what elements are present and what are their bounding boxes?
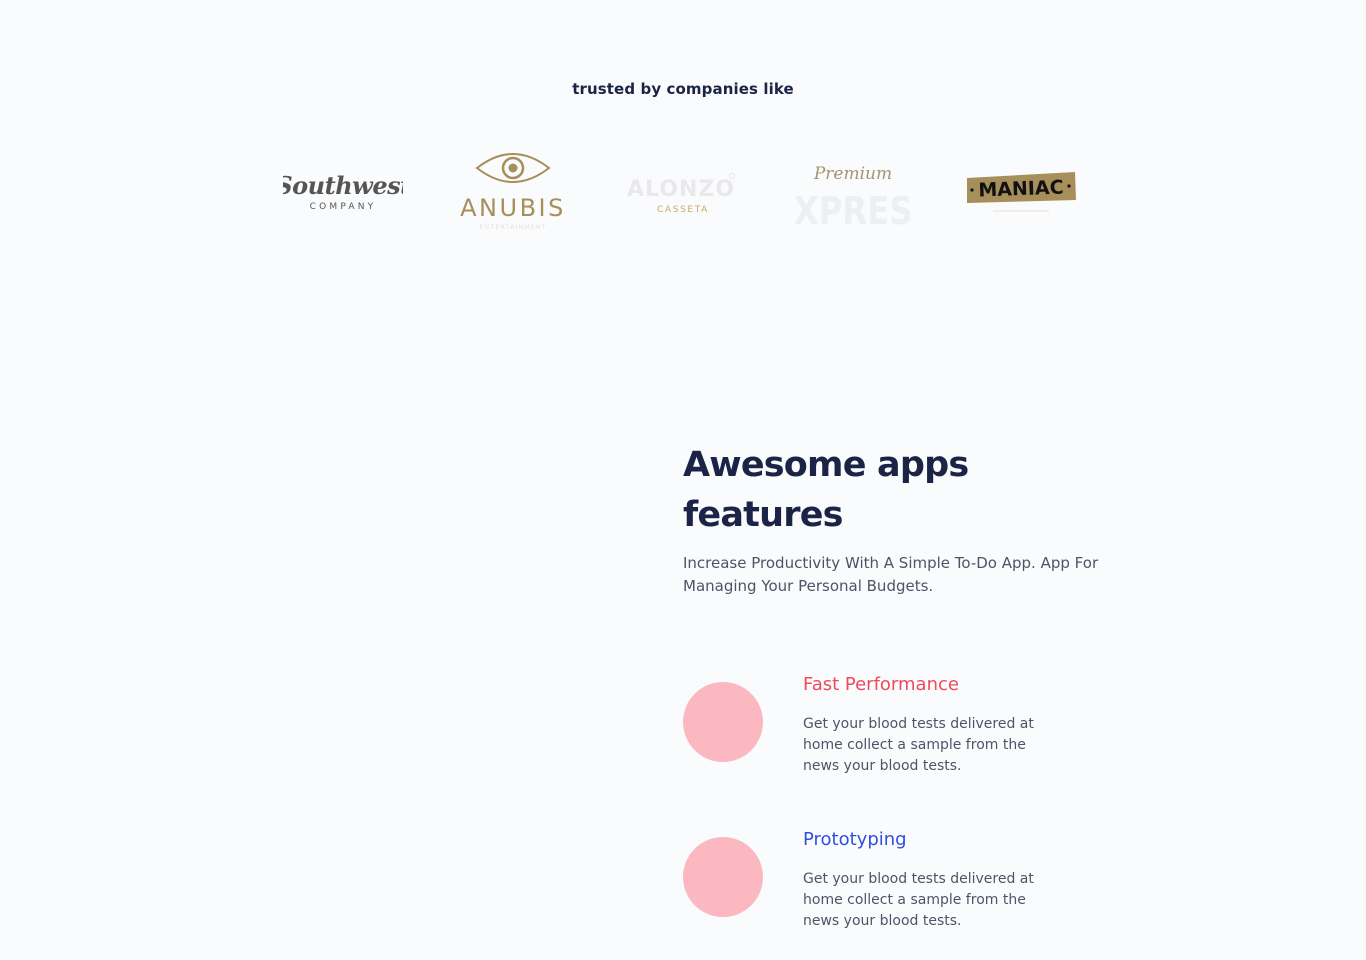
- features-heading-line2: features: [683, 495, 843, 535]
- alonzo-logo: ALONZO CASSETA: [623, 148, 743, 238]
- maniac-logo: MANIAC: [963, 148, 1083, 238]
- features-subtitle: Increase Productivity With A Simple To-D…: [683, 554, 1099, 595]
- feature-item-fast-performance: Fast Performance Get your blood tests de…: [683, 674, 1103, 792]
- premium-express-logo: Premium EXPRESS: [793, 148, 913, 238]
- express-logo-text: EXPRESS: [793, 190, 913, 234]
- southwest-logo-subtext: COMPANY: [310, 202, 377, 212]
- maniac-logo-text: MANIAC: [978, 177, 1064, 202]
- anubis-logo-subtext: ENTERTAINMENT: [479, 223, 546, 231]
- anubis-logo: ANUBIS ENTERTAINMENT: [453, 148, 573, 238]
- anubis-eye-icon: [475, 153, 551, 183]
- feature-description: Get your blood tests delivered at home c…: [803, 716, 1034, 774]
- feature-description: Get your blood tests delivered at home c…: [803, 871, 1034, 929]
- feature-title: Fast Performance: [803, 674, 959, 695]
- performance-icon: [683, 682, 763, 762]
- southwest-logo-text: Southwest: [283, 171, 403, 200]
- alonzo-logo-subtext: CASSETA: [657, 205, 709, 215]
- trusted-title: trusted by companies like: [572, 80, 794, 98]
- features-heading: Awesome apps features: [683, 440, 1103, 540]
- feature-title: Prototyping: [803, 829, 907, 850]
- feature-item-prototyping: Prototyping Get your blood tests deliver…: [683, 829, 1103, 947]
- features-heading-line1: Awesome apps: [683, 445, 969, 485]
- client-logos-row: Southwest COMPANY ANUBIS ENTERTAINMENT A…: [283, 148, 1083, 238]
- alonzo-logo-text: ALONZO: [627, 177, 735, 202]
- anubis-logo-text: ANUBIS: [460, 194, 566, 222]
- prototyping-icon: [683, 837, 763, 917]
- premium-logo-subtext: Premium: [813, 164, 892, 184]
- southwest-logo: Southwest COMPANY: [283, 148, 403, 238]
